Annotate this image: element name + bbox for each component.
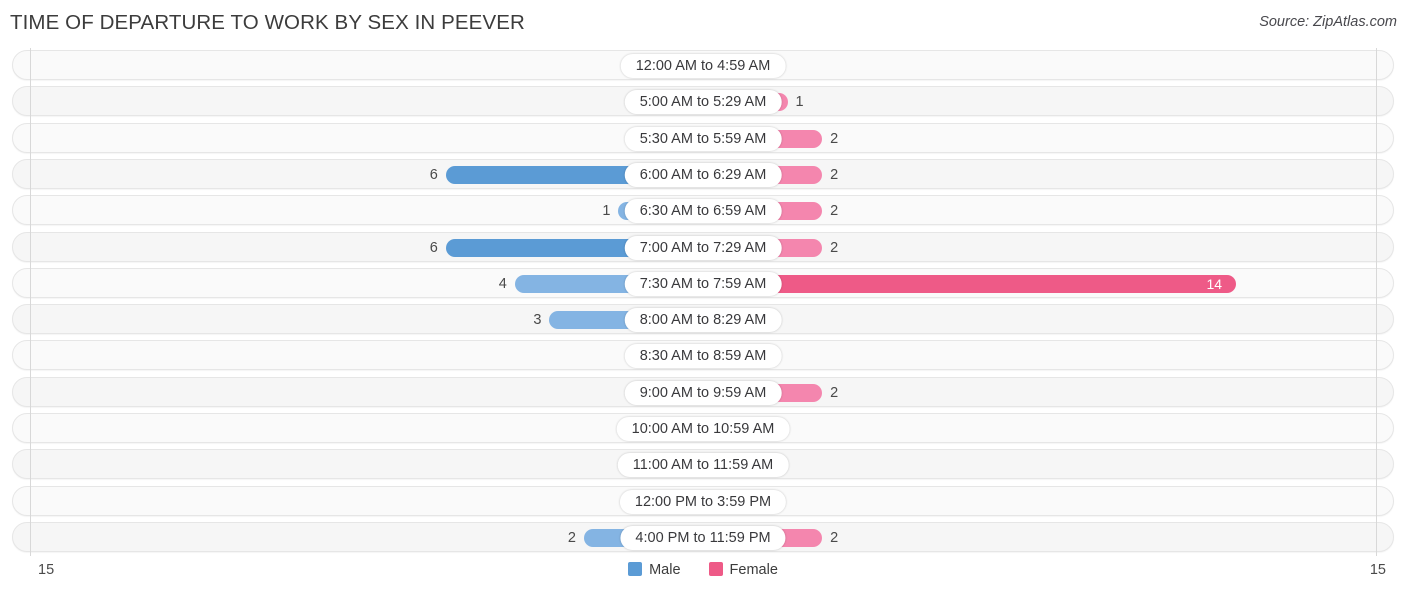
table-row[interactable]: 308:00 AM to 8:29 AM [12,304,1394,335]
chart-footer: 15 15 Male Female [0,556,1406,595]
value-label-male: 4 [498,275,507,292]
value-label-male: 6 [429,166,438,183]
category-label: 9:00 AM to 9:59 AM [624,380,782,405]
legend-item[interactable]: Male [628,562,681,578]
table-row[interactable]: 0012:00 AM to 4:59 AM [12,50,1394,80]
table-row[interactable]: 0010:00 AM to 10:59 AM [12,413,1394,443]
value-label-male: 3 [533,312,542,329]
category-label: 6:00 AM to 6:29 AM [624,162,782,187]
value-label-male: 6 [429,239,438,256]
value-label-female: 14 [1206,275,1223,292]
category-label: 7:30 AM to 7:59 AM [624,271,782,296]
chart-plot-area: 0012:00 AM to 4:59 AM015:00 AM to 5:29 A… [0,48,1406,556]
axis-line-left [30,48,31,556]
legend-label: Female [729,562,778,578]
category-label: 5:00 AM to 5:29 AM [624,90,782,115]
table-row[interactable]: 0012:00 PM to 3:59 PM [12,485,1394,516]
category-label: 5:30 AM to 5:59 AM [624,126,782,151]
table-row[interactable]: 029:00 AM to 9:59 AM [12,376,1394,407]
legend-label: Male [649,562,681,578]
value-label-male: 2 [567,529,576,546]
value-label-female: 2 [830,203,839,220]
table-row[interactable]: 008:30 AM to 8:59 AM [12,340,1394,371]
table-row[interactable]: 6 2 7:00 AM to 7:29 AM [12,231,1394,262]
category-label: 8:30 AM to 8:59 AM [624,344,782,369]
table-row[interactable]: 025:30 AM to 5:59 AM [12,122,1394,153]
value-label-female: 2 [830,529,839,546]
axis-line-right [1376,48,1377,556]
value-label-female: 1 [795,94,804,111]
table-row[interactable]: 6 2 6:00 AM to 6:29 AM [12,158,1394,189]
legend-item[interactable]: Female [708,562,778,578]
table-row[interactable]: 2 2 4:00 PM to 11:59 PM [12,521,1394,552]
table-row[interactable]: 1 2 6:30 AM to 6:59 AM [12,195,1394,226]
source-label: Source: ZipAtlas.com [1259,14,1397,30]
legend-swatch-icon [708,562,723,576]
chart-legend: Male Female [0,562,1406,578]
value-label-male: 1 [602,203,611,220]
category-label: 11:00 AM to 11:59 AM [617,453,789,478]
page-title: TIME OF DEPARTURE TO WORK BY SEX IN PEEV… [10,11,525,34]
value-label-female: 2 [830,130,839,147]
legend-swatch-icon [628,562,643,576]
category-label: 12:00 PM to 3:59 PM [619,489,787,514]
value-label-female: 2 [830,166,839,183]
category-label: 10:00 AM to 10:59 AM [616,417,790,441]
category-label: 6:30 AM to 6:59 AM [624,199,782,224]
category-label: 8:00 AM to 8:29 AM [624,308,782,333]
bar-female[interactable] [703,274,1237,293]
category-label: 7:00 AM to 7:29 AM [624,235,782,260]
value-label-female: 2 [830,384,839,401]
table-row[interactable]: 4 14 7:30 AM to 7:59 AM [12,267,1394,298]
category-label: 12:00 AM to 4:59 AM [620,54,786,78]
chart-header: TIME OF DEPARTURE TO WORK BY SEX IN PEEV… [0,0,1406,46]
table-row[interactable]: 0011:00 AM to 11:59 AM [12,449,1394,480]
value-label-female: 2 [830,239,839,256]
category-label: 4:00 PM to 11:59 PM [620,525,786,550]
table-row[interactable]: 015:00 AM to 5:29 AM [12,86,1394,117]
